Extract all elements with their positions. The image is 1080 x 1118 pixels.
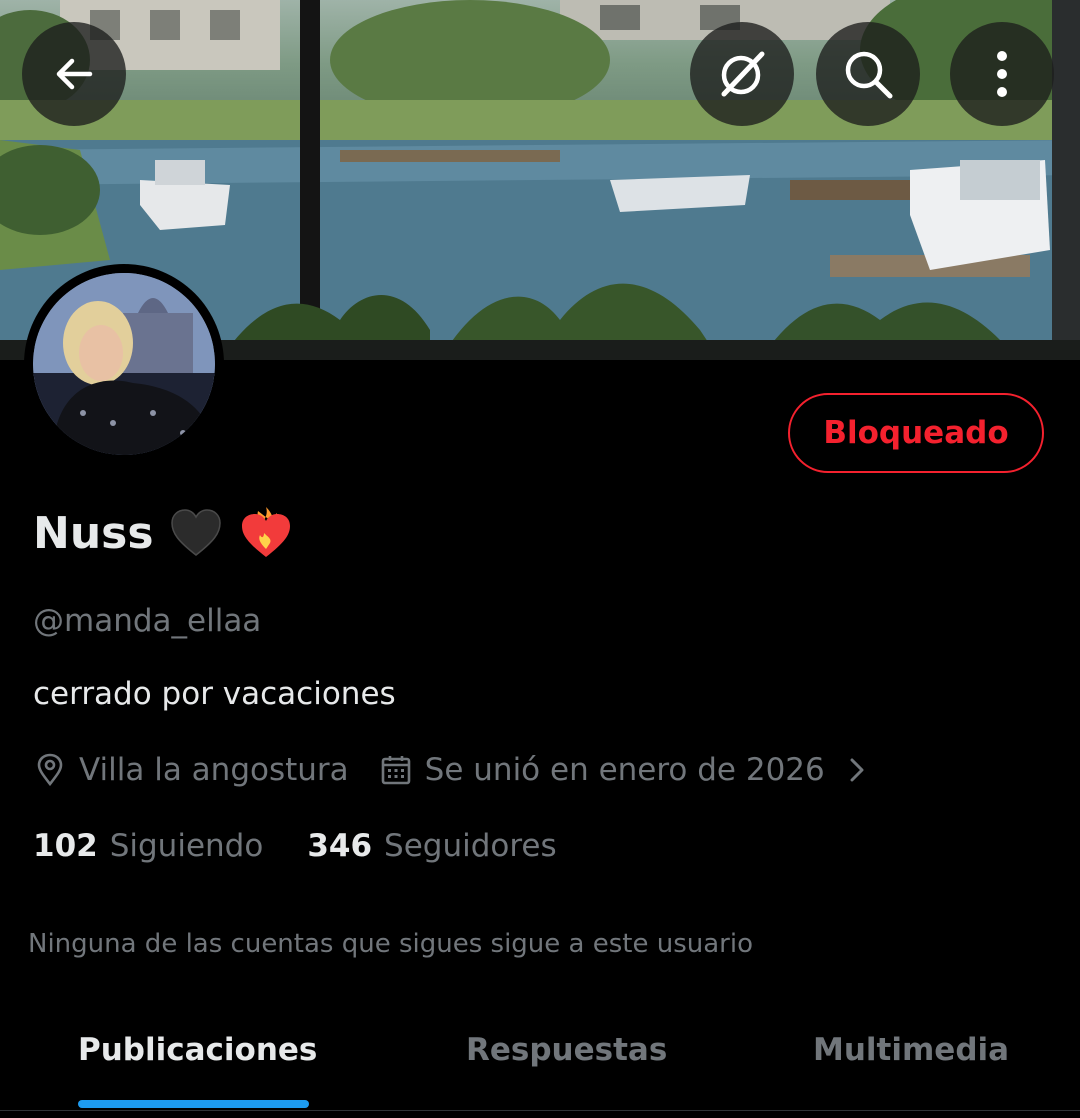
grok-button[interactable] [690, 22, 794, 126]
followers-count: 346 [307, 828, 373, 864]
black-heart-emoji-icon [170, 509, 221, 556]
more-vertical-icon [997, 51, 1007, 97]
profile-join-date[interactable]: Se unió en enero de 2026 [425, 752, 825, 788]
back-button[interactable] [22, 22, 126, 126]
chevron-right-icon[interactable] [847, 755, 867, 785]
profile-bio: cerrado por vacaciones [33, 676, 396, 712]
tabs-divider [0, 1110, 1080, 1111]
blocked-button[interactable]: Bloqueado [788, 393, 1044, 473]
following-count: 102 [33, 828, 98, 864]
profile-stats: 102 Siguiendo 346 Seguidores [33, 828, 557, 864]
tab-respuestas[interactable]: Respuestas [466, 1032, 667, 1068]
grok-slash-icon [721, 51, 765, 97]
heart-on-fire-emoji-icon [241, 507, 290, 557]
avatar-photo [33, 273, 215, 455]
active-tab-indicator [78, 1100, 309, 1108]
profile-location: Villa la angostura [79, 752, 349, 788]
profile-handle: @manda_ellaa [33, 603, 262, 639]
following-link[interactable]: 102 Siguiendo [33, 828, 263, 864]
tab-publicaciones[interactable]: Publicaciones [78, 1032, 317, 1068]
location-pin-icon [37, 753, 63, 787]
following-label: Siguiendo [109, 828, 264, 864]
followers-label: Seguidores [384, 828, 557, 864]
profile-meta: Villa la angostura Se unió en enero de 2… [33, 752, 867, 788]
display-name-text: Nuss [33, 507, 154, 559]
arrow-left-icon [56, 58, 93, 90]
tab-multimedia[interactable]: Multimedia [813, 1032, 1009, 1068]
calendar-icon [381, 756, 410, 785]
more-options-button[interactable] [950, 22, 1054, 126]
avatar[interactable] [24, 264, 224, 464]
followers-link[interactable]: 346 Seguidores [307, 828, 556, 864]
search-button[interactable] [816, 22, 920, 126]
mutual-followers-note: Ninguna de las cuentas que sigues sigue … [28, 929, 753, 959]
display-name: Nuss [33, 505, 294, 561]
search-icon [845, 51, 893, 99]
